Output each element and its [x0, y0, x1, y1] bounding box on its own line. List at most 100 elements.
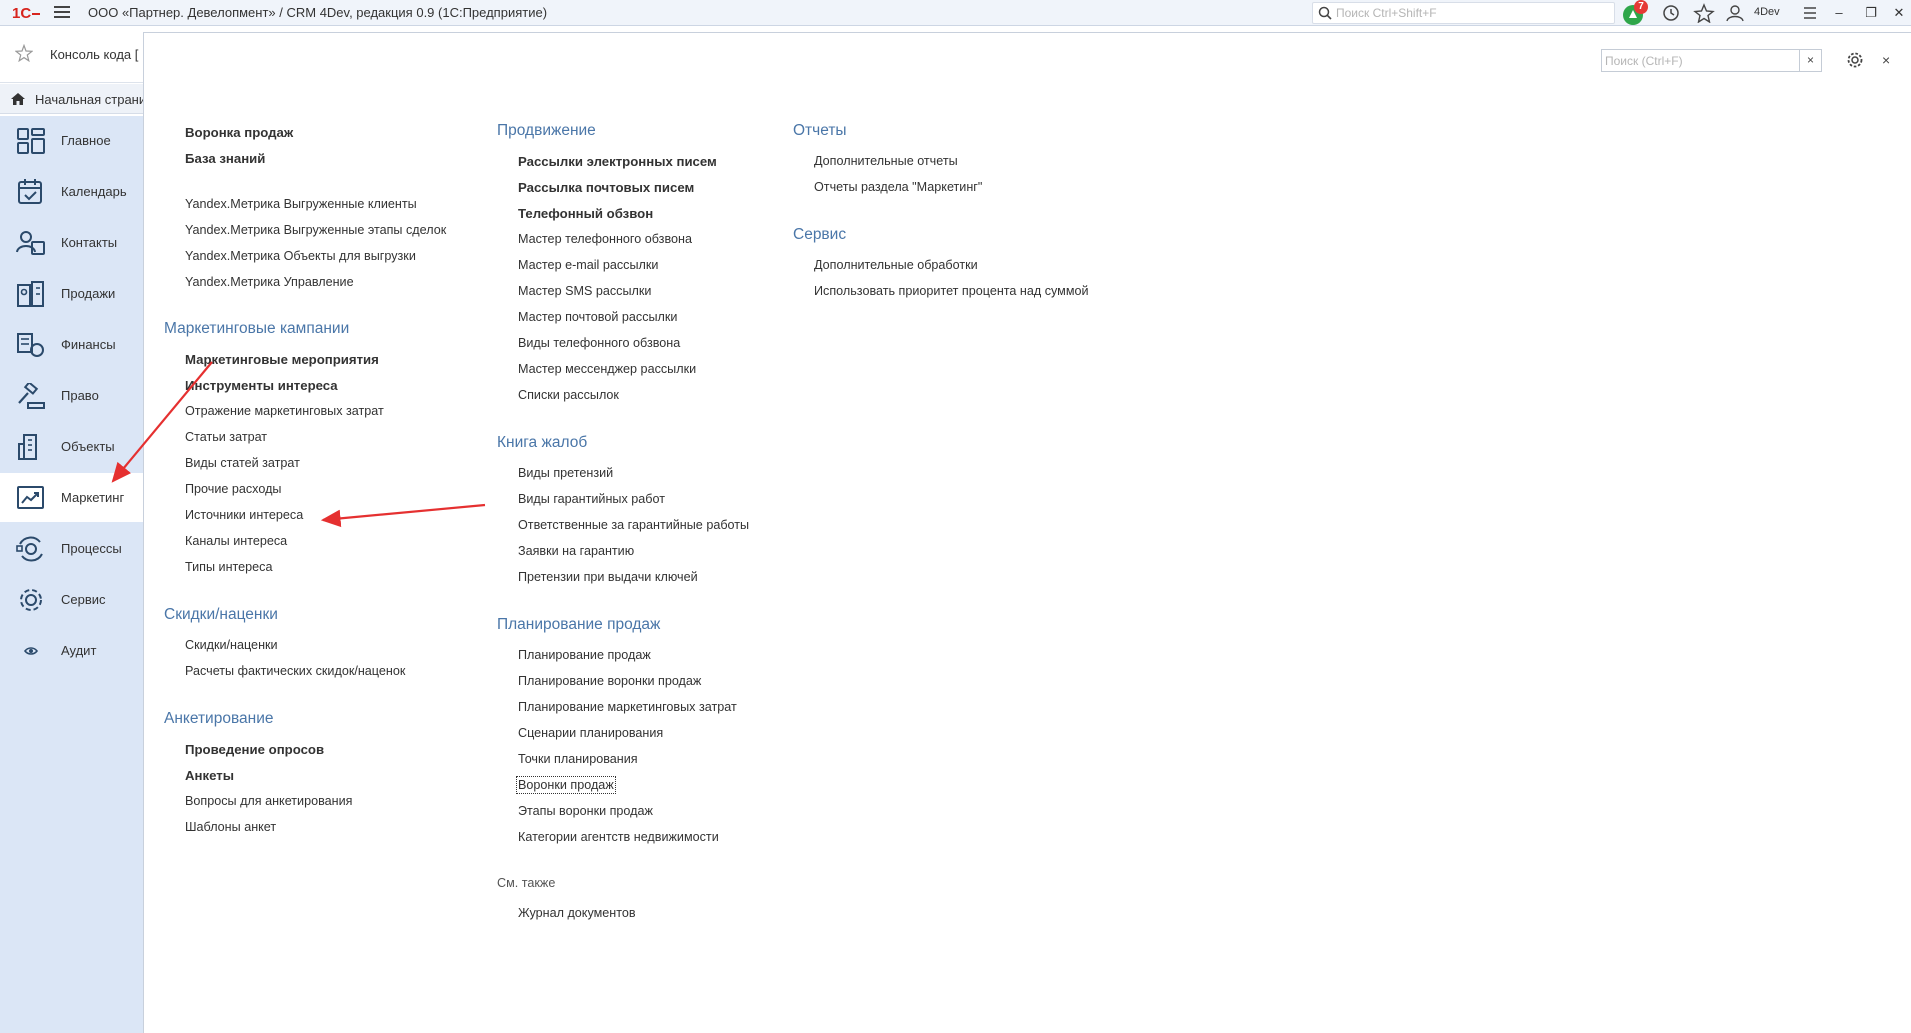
link-promotion-item[interactable]: Рассылки электронных писем: [518, 154, 717, 169]
link-promotion-item[interactable]: Рассылка почтовых писем: [518, 180, 694, 195]
link-discount-item[interactable]: Расчеты фактических скидок/наценок: [185, 664, 405, 678]
finance-icon: [17, 333, 44, 357]
link-campaign-item[interactable]: Каналы интереса: [185, 534, 287, 548]
link-planning-item[interactable]: Планирование продаж: [518, 648, 651, 662]
law-icon: [18, 383, 45, 409]
restore-icon[interactable]: ❐: [1862, 4, 1880, 22]
buildings-icon: [18, 434, 37, 460]
link-document-journal[interactable]: Журнал документов: [518, 906, 636, 920]
link-survey-item[interactable]: Проведение опросов: [185, 742, 324, 757]
home-icon: [11, 93, 25, 105]
link-campaign-item[interactable]: Маркетинговые мероприятия: [185, 352, 379, 367]
link-complaints-item[interactable]: Заявки на гарантию: [518, 544, 634, 558]
settings-menu-icon[interactable]: [1799, 3, 1821, 23]
global-search[interactable]: [1312, 2, 1615, 24]
section-label: Календарь: [61, 184, 127, 199]
section-label: Маркетинг: [61, 490, 125, 505]
history-icon[interactable]: [1660, 3, 1682, 23]
link-reports-item[interactable]: Отчеты раздела "Маркетинг": [814, 180, 982, 194]
link-planning-item[interactable]: Планирование воронки продаж: [518, 674, 701, 688]
link-yandex-deal-stages[interactable]: Yandex.Метрика Выгруженные этапы сделок: [185, 223, 446, 237]
form-search-input[interactable]: [1605, 53, 1797, 68]
link-planning-item[interactable]: Этапы воронки продаж: [518, 804, 653, 818]
section-objects[interactable]: Объекты: [0, 422, 143, 471]
link-planning-item[interactable]: Планирование маркетинговых затрат: [518, 700, 737, 714]
link-complaints-item[interactable]: Виды гарантийных работ: [518, 492, 665, 506]
open-window-tab[interactable]: Консоль кода [: [0, 27, 144, 83]
link-survey-item[interactable]: Анкеты: [185, 768, 234, 783]
link-planning-item[interactable]: Сценарии планирования: [518, 726, 663, 740]
home-page-tab[interactable]: Начальная страни: [0, 84, 144, 114]
global-search-input[interactable]: [1336, 5, 1606, 21]
link-discount-item[interactable]: Скидки/наценки: [185, 638, 278, 652]
link-service-item[interactable]: Использовать приоритет процента над сумм…: [814, 284, 1089, 298]
link-campaign-item[interactable]: Статьи затрат: [185, 430, 267, 444]
link-campaign-item[interactable]: Типы интереса: [185, 560, 272, 574]
clear-search-button[interactable]: ×: [1799, 50, 1821, 71]
section-marketing[interactable]: Маркетинг: [0, 473, 143, 522]
group-title-promotion: Продвижение: [497, 122, 596, 139]
form-search[interactable]: ×: [1601, 49, 1822, 72]
section-label: Контакты: [61, 235, 118, 250]
calendar-icon: [18, 179, 42, 204]
link-promotion-item[interactable]: Виды телефонного обзвона: [518, 336, 680, 350]
section-label: Главное: [61, 133, 111, 148]
gear-icon[interactable]: [1846, 51, 1864, 69]
link-planning-item[interactable]: Точки планирования: [518, 752, 638, 766]
link-yandex-management[interactable]: Yandex.Метрика Управление: [185, 275, 354, 289]
section-label: Объекты: [61, 439, 115, 454]
link-campaign-item[interactable]: Прочие расходы: [185, 482, 281, 496]
link-complaints-item[interactable]: Виды претензий: [518, 466, 613, 480]
group-title-survey: Анкетирование: [164, 710, 274, 727]
link-promotion-item[interactable]: Мастер телефонного обзвона: [518, 232, 692, 246]
link-promotion-item[interactable]: Телефонный обзвон: [518, 206, 653, 221]
user-icon[interactable]: [1724, 3, 1746, 23]
section-finance[interactable]: Финансы: [0, 320, 143, 369]
section-calendar[interactable]: Календарь: [0, 167, 143, 216]
group-title-service: Сервис: [793, 226, 847, 243]
group-title-campaigns: Маркетинговые кампании: [164, 320, 350, 337]
link-interest-sources[interactable]: Источники интереса: [185, 508, 303, 522]
link-promotion-item[interactable]: Списки рассылок: [518, 388, 619, 402]
sections-panel: Главное Календарь Контакты Продажи Финан…: [0, 116, 143, 1033]
section-processes[interactable]: Процессы: [0, 524, 143, 573]
link-campaign-item[interactable]: Инструменты интереса: [185, 378, 338, 393]
link-sales-funnel[interactable]: Воронка продаж: [185, 125, 293, 140]
link-promotion-item[interactable]: Мастер SMS рассылки: [518, 284, 651, 298]
link-survey-item[interactable]: Шаблоны анкет: [185, 820, 276, 834]
link-survey-item[interactable]: Вопросы для анкетирования: [185, 794, 352, 808]
link-promotion-item[interactable]: Мастер почтовой рассылки: [518, 310, 677, 324]
section-contacts[interactable]: Контакты: [0, 218, 143, 267]
group-title-complaints: Книга жалоб: [497, 434, 588, 451]
link-promotion-item[interactable]: Мастер e-mail рассылки: [518, 258, 658, 272]
link-knowledge-base[interactable]: База знаний: [185, 151, 265, 166]
notifications-button[interactable]: 7: [1622, 0, 1648, 25]
home-page-label[interactable]: Начальная страни: [35, 92, 143, 107]
link-yandex-objects[interactable]: Yandex.Метрика Объекты для выгрузки: [185, 249, 416, 263]
link-complaints-item[interactable]: Ответственные за гарантийные работы: [518, 518, 749, 532]
link-sales-funnels[interactable]: Воронки продаж: [516, 776, 616, 794]
link-campaign-item[interactable]: Отражение маркетинговых затрат: [185, 404, 384, 418]
star-icon[interactable]: [15, 44, 33, 62]
link-reports-item[interactable]: Дополнительные отчеты: [814, 154, 958, 168]
section-audit[interactable]: Аудит: [0, 626, 143, 675]
link-yandex-clients[interactable]: Yandex.Метрика Выгруженные клиенты: [185, 197, 417, 211]
link-planning-item[interactable]: Категории агентств недвижимости: [518, 830, 719, 844]
favorites-icon[interactable]: [1693, 3, 1715, 23]
link-promotion-item[interactable]: Мастер мессенджер рассылки: [518, 362, 696, 376]
section-main[interactable]: Главное: [0, 116, 143, 165]
close-window-icon[interactable]: ✕: [1890, 4, 1908, 22]
close-form-button[interactable]: ×: [1882, 52, 1890, 68]
link-complaints-item[interactable]: Претензии при выдачи ключей: [518, 570, 698, 584]
link-service-item[interactable]: Дополнительные обработки: [814, 258, 978, 272]
link-campaign-item[interactable]: Виды статей затрат: [185, 456, 300, 470]
main-menu-icon[interactable]: [54, 6, 70, 20]
section-service[interactable]: Сервис: [0, 575, 143, 624]
section-law[interactable]: Право: [0, 371, 143, 420]
section-sales[interactable]: Продажи: [0, 269, 143, 318]
section-form: [143, 32, 1911, 1033]
open-tab-label[interactable]: Консоль кода [: [50, 47, 142, 62]
marketing-icon: [17, 486, 44, 509]
minimize-icon[interactable]: –: [1830, 4, 1848, 22]
user-name[interactable]: 4Dev: [1754, 6, 1780, 18]
